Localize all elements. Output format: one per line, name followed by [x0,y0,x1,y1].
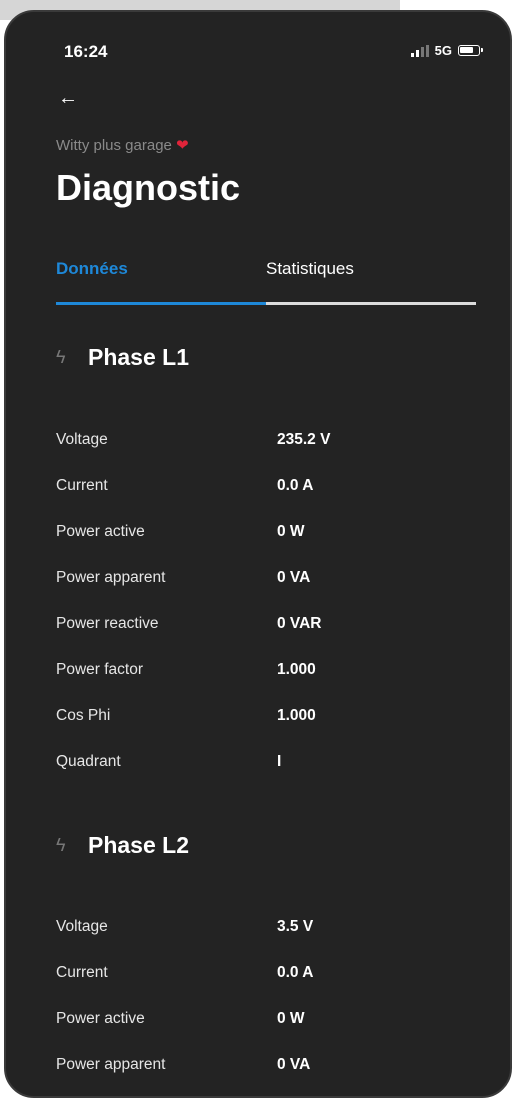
data-row-power-active: Power active 0 W [56,523,476,547]
section-header-phase-l1: ϟ Phase L1 [56,344,189,371]
row-label: Power apparent [56,569,166,586]
row-label: Power reactive [56,615,159,632]
row-label: Cos Phi [56,707,111,724]
signal-icon [410,44,429,57]
row-label: Power active [56,1010,145,1027]
tab-statistiques-label: Statistiques [266,259,354,278]
tab-donnees-label: Données [56,259,128,278]
page-title: Diagnostic [56,167,241,208]
data-row-power-apparent: Power apparent 0 VA [56,569,476,593]
status-indicators: 5G [410,43,483,58]
row-value: 1.000 [277,661,316,678]
heart-icon: ❤ [176,137,189,154]
data-row-voltage: Voltage 3.5 V [56,918,476,942]
status-time: 16:24 [64,42,108,61]
data-row-power-reactive: Power reactive 0 VAR [56,615,476,639]
back-arrow-icon[interactable]: ← [58,84,86,112]
subtitle-text: Witty plus garage [56,137,172,154]
row-label: Voltage [56,918,108,935]
data-row-cos-phi: Cos Phi 1.000 [56,707,476,731]
section-title: Phase L2 [88,832,189,858]
data-row-voltage: Voltage 235.2 V [56,431,476,455]
row-value: 0 VA [277,569,311,586]
row-label: Power factor [56,661,144,678]
row-value: 235.2 V [277,431,331,448]
row-value: 0 W [277,1010,305,1027]
status-bar: 16:24 5G [6,12,510,82]
page-subtitle: Witty plus garage ❤ [56,136,189,154]
row-value: 0 VAR [277,615,322,632]
data-row-current: Current 0.0 A [56,964,476,988]
tab-donnees[interactable]: Données [56,256,266,305]
section-title: Phase L1 [88,344,189,370]
battery-icon [458,45,483,56]
row-label: Current [56,477,108,494]
tab-bar: Données Statistiques [56,256,476,305]
row-value: 0.0 A [277,964,314,981]
bolt-icon: ϟ [56,835,66,855]
row-value: 0 W [277,523,305,540]
row-value: 0.0 A [277,477,314,494]
data-row-quadrant: Quadrant I [56,753,476,777]
row-label: Power active [56,523,145,540]
row-label: Voltage [56,431,108,448]
row-value: I [277,753,282,770]
tab-statistiques[interactable]: Statistiques [266,256,476,305]
row-label: Current [56,964,108,981]
row-value: 3.5 V [277,918,314,935]
data-row-current: Current 0.0 A [56,477,476,501]
data-row-power-active: Power active 0 W [56,1010,476,1034]
row-value: 0 VA [277,1056,311,1073]
data-row-power-apparent: Power apparent 0 VA [56,1056,476,1080]
row-label: Quadrant [56,753,121,770]
data-row-power-factor: Power factor 1.000 [56,661,476,685]
phone-screen: 16:24 5G ← Witty plus garage ❤ Diagnosti… [4,10,512,1098]
row-value: 1.000 [277,707,316,724]
network-label: 5G [434,43,452,58]
row-label: Power apparent [56,1056,166,1073]
bolt-icon: ϟ [56,347,66,367]
section-header-phase-l2: ϟ Phase L2 [56,832,189,859]
